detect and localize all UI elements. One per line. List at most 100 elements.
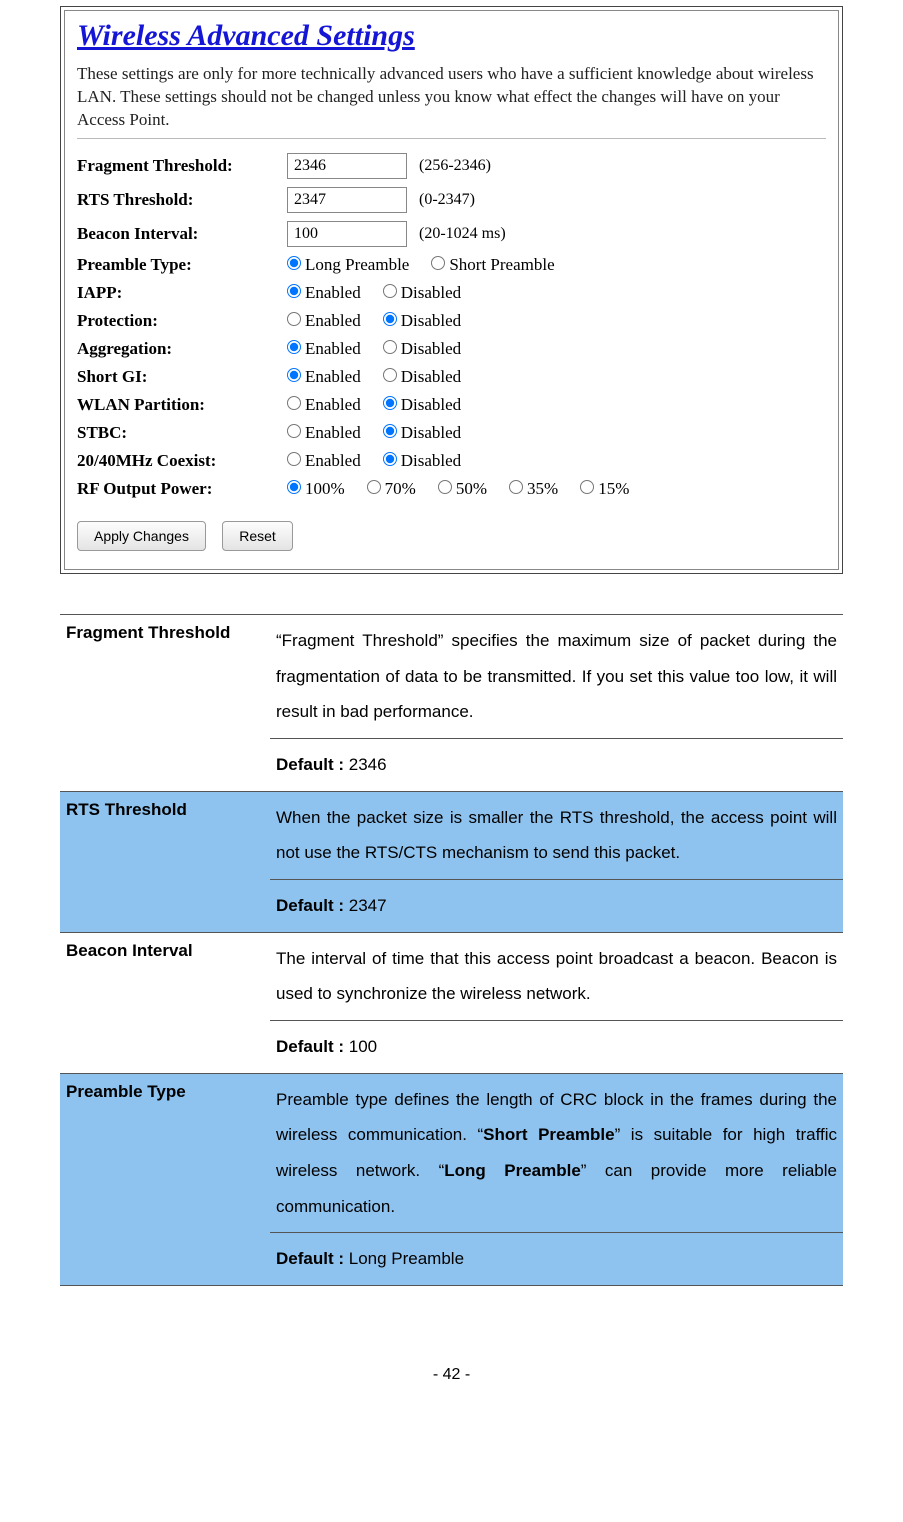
row-fragment-threshold: Fragment Threshold: (256-2346): [77, 153, 826, 179]
label-iapp: IAPP:: [77, 283, 287, 303]
default-label: Default :: [276, 755, 349, 774]
default-label: Default :: [276, 1249, 349, 1268]
param-name: Beacon Interval: [60, 932, 270, 1073]
description-table: Fragment Threshold “Fragment Threshold” …: [60, 614, 843, 1286]
row-rts-threshold: RTS Threshold: (0-2347): [77, 187, 826, 213]
label-stbc: STBC:: [77, 423, 287, 443]
row-stbc: STBC: Enabled Disabled: [77, 423, 826, 443]
label-preamble-type: Preamble Type:: [77, 255, 287, 275]
label-wlan-partition: WLAN Partition:: [77, 395, 287, 415]
label-protection: Protection:: [77, 311, 287, 331]
radio-input[interactable]: [580, 480, 594, 494]
radio-label-text: Disabled: [401, 311, 461, 330]
radio-option[interactable]: Disabled: [383, 451, 461, 471]
radio-option[interactable]: Enabled: [287, 311, 361, 331]
radio-option[interactable]: Enabled: [287, 395, 361, 415]
radio-option[interactable]: Disabled: [383, 423, 461, 443]
radio-label-text: 100%: [305, 479, 345, 498]
radio-input[interactable]: [383, 284, 397, 298]
radio-label-text: Short Preamble: [449, 255, 554, 274]
form: Fragment Threshold: (256-2346) RTS Thres…: [77, 153, 826, 551]
row-preamble-type: Preamble Type: Long Preamble Short Preamb…: [77, 255, 826, 275]
radio-option[interactable]: Enabled: [287, 367, 361, 387]
radio-label-text: Disabled: [401, 283, 461, 302]
radio-input[interactable]: [383, 424, 397, 438]
param-name: Fragment Threshold: [60, 614, 270, 791]
radio-option[interactable]: Long Preamble: [287, 255, 409, 275]
radio-input[interactable]: [287, 452, 301, 466]
input-beacon-interval[interactable]: [287, 221, 407, 247]
radio-option[interactable]: 35%: [509, 479, 558, 499]
radio-label-text: Enabled: [305, 451, 361, 470]
default-value: Long Preamble: [349, 1249, 464, 1268]
radio-input[interactable]: [287, 312, 301, 326]
radio-label-text: Disabled: [401, 451, 461, 470]
radio-input[interactable]: [509, 480, 523, 494]
radio-option[interactable]: Disabled: [383, 339, 461, 359]
radio-input[interactable]: [383, 396, 397, 410]
radios-wlan-partition: Enabled Disabled: [287, 395, 479, 415]
radio-option[interactable]: 70%: [367, 479, 416, 499]
radio-input[interactable]: [383, 340, 397, 354]
radio-label-text: 35%: [527, 479, 558, 498]
radio-label-text: Enabled: [305, 339, 361, 358]
radio-input[interactable]: [287, 284, 301, 298]
table-row: Fragment Threshold “Fragment Threshold” …: [60, 614, 843, 738]
radios-coexist: Enabled Disabled: [287, 451, 479, 471]
reset-button[interactable]: Reset: [222, 521, 293, 551]
radio-label-text: 50%: [456, 479, 487, 498]
radio-option[interactable]: Disabled: [383, 395, 461, 415]
radio-option[interactable]: Enabled: [287, 283, 361, 303]
settings-panel-outer: Wireless Advanced Settings These setting…: [60, 6, 843, 574]
radio-option[interactable]: 100%: [287, 479, 345, 499]
radio-input[interactable]: [287, 368, 301, 382]
radio-label-text: Enabled: [305, 311, 361, 330]
radio-option[interactable]: Disabled: [383, 311, 461, 331]
row-wlan-partition: WLAN Partition: Enabled Disabled: [77, 395, 826, 415]
radio-input[interactable]: [287, 424, 301, 438]
radios-aggregation: Enabled Disabled: [287, 339, 479, 359]
radio-option[interactable]: Disabled: [383, 367, 461, 387]
radio-input[interactable]: [431, 256, 445, 270]
table-row: Preamble Type Preamble type defines the …: [60, 1073, 843, 1233]
param-name: Preamble Type: [60, 1073, 270, 1285]
radio-input[interactable]: [383, 368, 397, 382]
param-name: RTS Threshold: [60, 791, 270, 932]
radio-input[interactable]: [438, 480, 452, 494]
radio-input[interactable]: [383, 452, 397, 466]
radio-input[interactable]: [383, 312, 397, 326]
param-desc: The interval of time that this access po…: [270, 932, 843, 1020]
radio-option[interactable]: Enabled: [287, 423, 361, 443]
radios-short-gi: Enabled Disabled: [287, 367, 479, 387]
page-number: - 42 -: [60, 1366, 843, 1384]
radio-input[interactable]: [367, 480, 381, 494]
panel-description: These settings are only for more technic…: [77, 63, 826, 132]
radio-option[interactable]: Enabled: [287, 339, 361, 359]
input-fragment-threshold[interactable]: [287, 153, 407, 179]
radio-label-text: Disabled: [401, 423, 461, 442]
row-iapp: IAPP: Enabled Disabled: [77, 283, 826, 303]
radio-option[interactable]: Disabled: [383, 283, 461, 303]
divider: [77, 138, 826, 139]
radio-input[interactable]: [287, 340, 301, 354]
radio-label-text: Enabled: [305, 423, 361, 442]
label-beacon-interval: Beacon Interval:: [77, 224, 287, 244]
radio-option[interactable]: Enabled: [287, 451, 361, 471]
default-value: 2347: [349, 896, 387, 915]
radio-input[interactable]: [287, 480, 301, 494]
radio-label-text: Enabled: [305, 367, 361, 386]
radio-input[interactable]: [287, 396, 301, 410]
input-rts-threshold[interactable]: [287, 187, 407, 213]
radio-label-text: Enabled: [305, 395, 361, 414]
radio-option[interactable]: Short Preamble: [431, 255, 554, 275]
radios-protection: Enabled Disabled: [287, 311, 479, 331]
default-value: 100: [349, 1037, 377, 1056]
radio-input[interactable]: [287, 256, 301, 270]
label-short-gi: Short GI:: [77, 367, 287, 387]
radio-option[interactable]: 50%: [438, 479, 487, 499]
page-title: Wireless Advanced Settings: [77, 19, 826, 53]
table-row: RTS Threshold When the packet size is sm…: [60, 791, 843, 879]
apply-changes-button[interactable]: Apply Changes: [77, 521, 206, 551]
radio-option[interactable]: 15%: [580, 479, 629, 499]
radio-label-text: Enabled: [305, 283, 361, 302]
